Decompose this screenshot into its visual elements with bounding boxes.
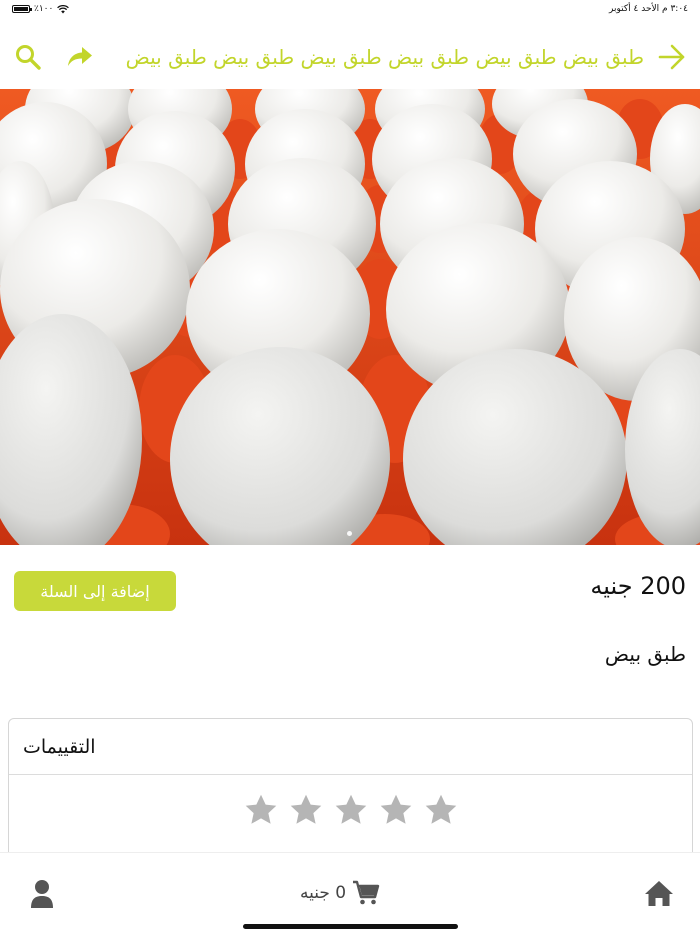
status-bar: ٪١٠٠ ٣:٠٤ م الأحد ٤ أكتوبر xyxy=(0,0,700,18)
share-icon[interactable] xyxy=(66,45,94,69)
wifi-icon xyxy=(57,4,70,13)
cart-icon xyxy=(353,880,380,905)
star-icon[interactable] xyxy=(288,792,324,828)
star-icon[interactable] xyxy=(378,792,414,828)
status-time-date: ٣:٠٤ م الأحد ٤ أكتوبر xyxy=(609,4,688,14)
tab-bar: 0 جنيه xyxy=(0,852,700,934)
battery-percent: ٪١٠٠ xyxy=(34,4,54,14)
star-icon[interactable] xyxy=(243,792,279,828)
product-name: طبق بيض xyxy=(604,642,686,666)
status-left: ٪١٠٠ xyxy=(12,4,70,14)
back-arrow-icon[interactable] xyxy=(658,44,686,70)
product-price: 200 جنيه xyxy=(590,572,686,600)
cart-total: 0 جنيه xyxy=(300,883,347,903)
home-indicator xyxy=(243,924,458,929)
ratings-card: التقييمات xyxy=(8,718,693,868)
add-to-cart-button[interactable]: إضافة إلى السلة xyxy=(14,571,176,611)
battery-icon xyxy=(12,5,32,13)
star-rating[interactable] xyxy=(9,792,692,828)
home-icon[interactable] xyxy=(644,879,674,911)
user-icon[interactable] xyxy=(30,879,54,913)
cart-tab[interactable]: 0 جنيه xyxy=(300,880,380,906)
eggs-illustration xyxy=(0,89,700,545)
product-image[interactable] xyxy=(0,89,700,545)
nav-actions xyxy=(14,43,94,71)
carousel-page-indicator[interactable] xyxy=(347,531,352,536)
ratings-title: التقييمات xyxy=(23,735,96,758)
page-title: طبق بيض طبق بيض طبق بيض طبق بيض طبق بيض … xyxy=(125,45,644,69)
star-icon[interactable] xyxy=(423,792,459,828)
ratings-header: التقييمات xyxy=(9,719,692,775)
star-icon[interactable] xyxy=(333,792,369,828)
search-icon[interactable] xyxy=(14,43,42,71)
top-nav: طبق بيض طبق بيض طبق بيض طبق بيض طبق بيض … xyxy=(0,26,700,88)
